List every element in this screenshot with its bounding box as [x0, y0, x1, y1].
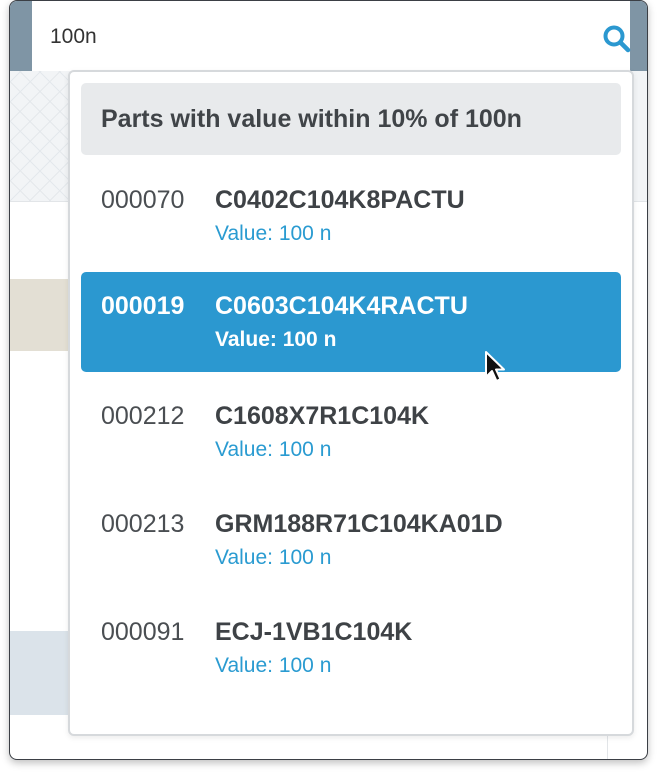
background-panel-tan [10, 279, 70, 351]
search-bar [32, 1, 632, 71]
search-input[interactable] [50, 23, 530, 51]
result-id: 000091 [101, 618, 185, 646]
result-id: 000070 [101, 186, 185, 214]
results-header: Parts with value within 10% of 100n [81, 83, 621, 155]
results-header-text: Parts with value within 10% of 100n [101, 105, 522, 133]
result-value: Value: 100 n [215, 438, 332, 461]
result-part-number: GRM188R71C104KA01D [215, 510, 503, 538]
search-results-dropdown: Parts with value within 10% of 100n 0000… [68, 70, 634, 736]
result-item[interactable]: 000070 C0402C104K8PACTU Value: 100 n [81, 166, 621, 266]
search-icon[interactable] [602, 24, 632, 54]
result-part-number: ECJ-1VB1C104K [215, 618, 413, 646]
result-item[interactable]: 000212 C1608X7R1C104K Value: 100 n [81, 382, 621, 482]
result-part-number: C1608X7R1C104K [215, 402, 430, 430]
result-value: Value: 100 n [215, 328, 337, 351]
result-item[interactable]: 000091 ECJ-1VB1C104K Value: 100 n [81, 598, 621, 698]
result-value: Value: 100 n [215, 546, 332, 569]
result-value: Value: 100 n [215, 654, 332, 677]
background-panel-blue [10, 631, 70, 715]
background-pattern-left [10, 71, 70, 201]
result-id: 000213 [101, 510, 185, 538]
result-part-number: C0603C104K4RACTU [215, 292, 468, 320]
result-id: 000019 [101, 292, 185, 320]
result-item-selected[interactable]: 000019 C0603C104K4RACTU Value: 100 n [81, 272, 621, 372]
result-part-number: C0402C104K8PACTU [215, 186, 465, 214]
result-item[interactable]: 000213 GRM188R71C104KA01D Value: 100 n [81, 490, 621, 590]
result-value: Value: 100 n [215, 222, 332, 245]
result-id: 000212 [101, 402, 185, 430]
